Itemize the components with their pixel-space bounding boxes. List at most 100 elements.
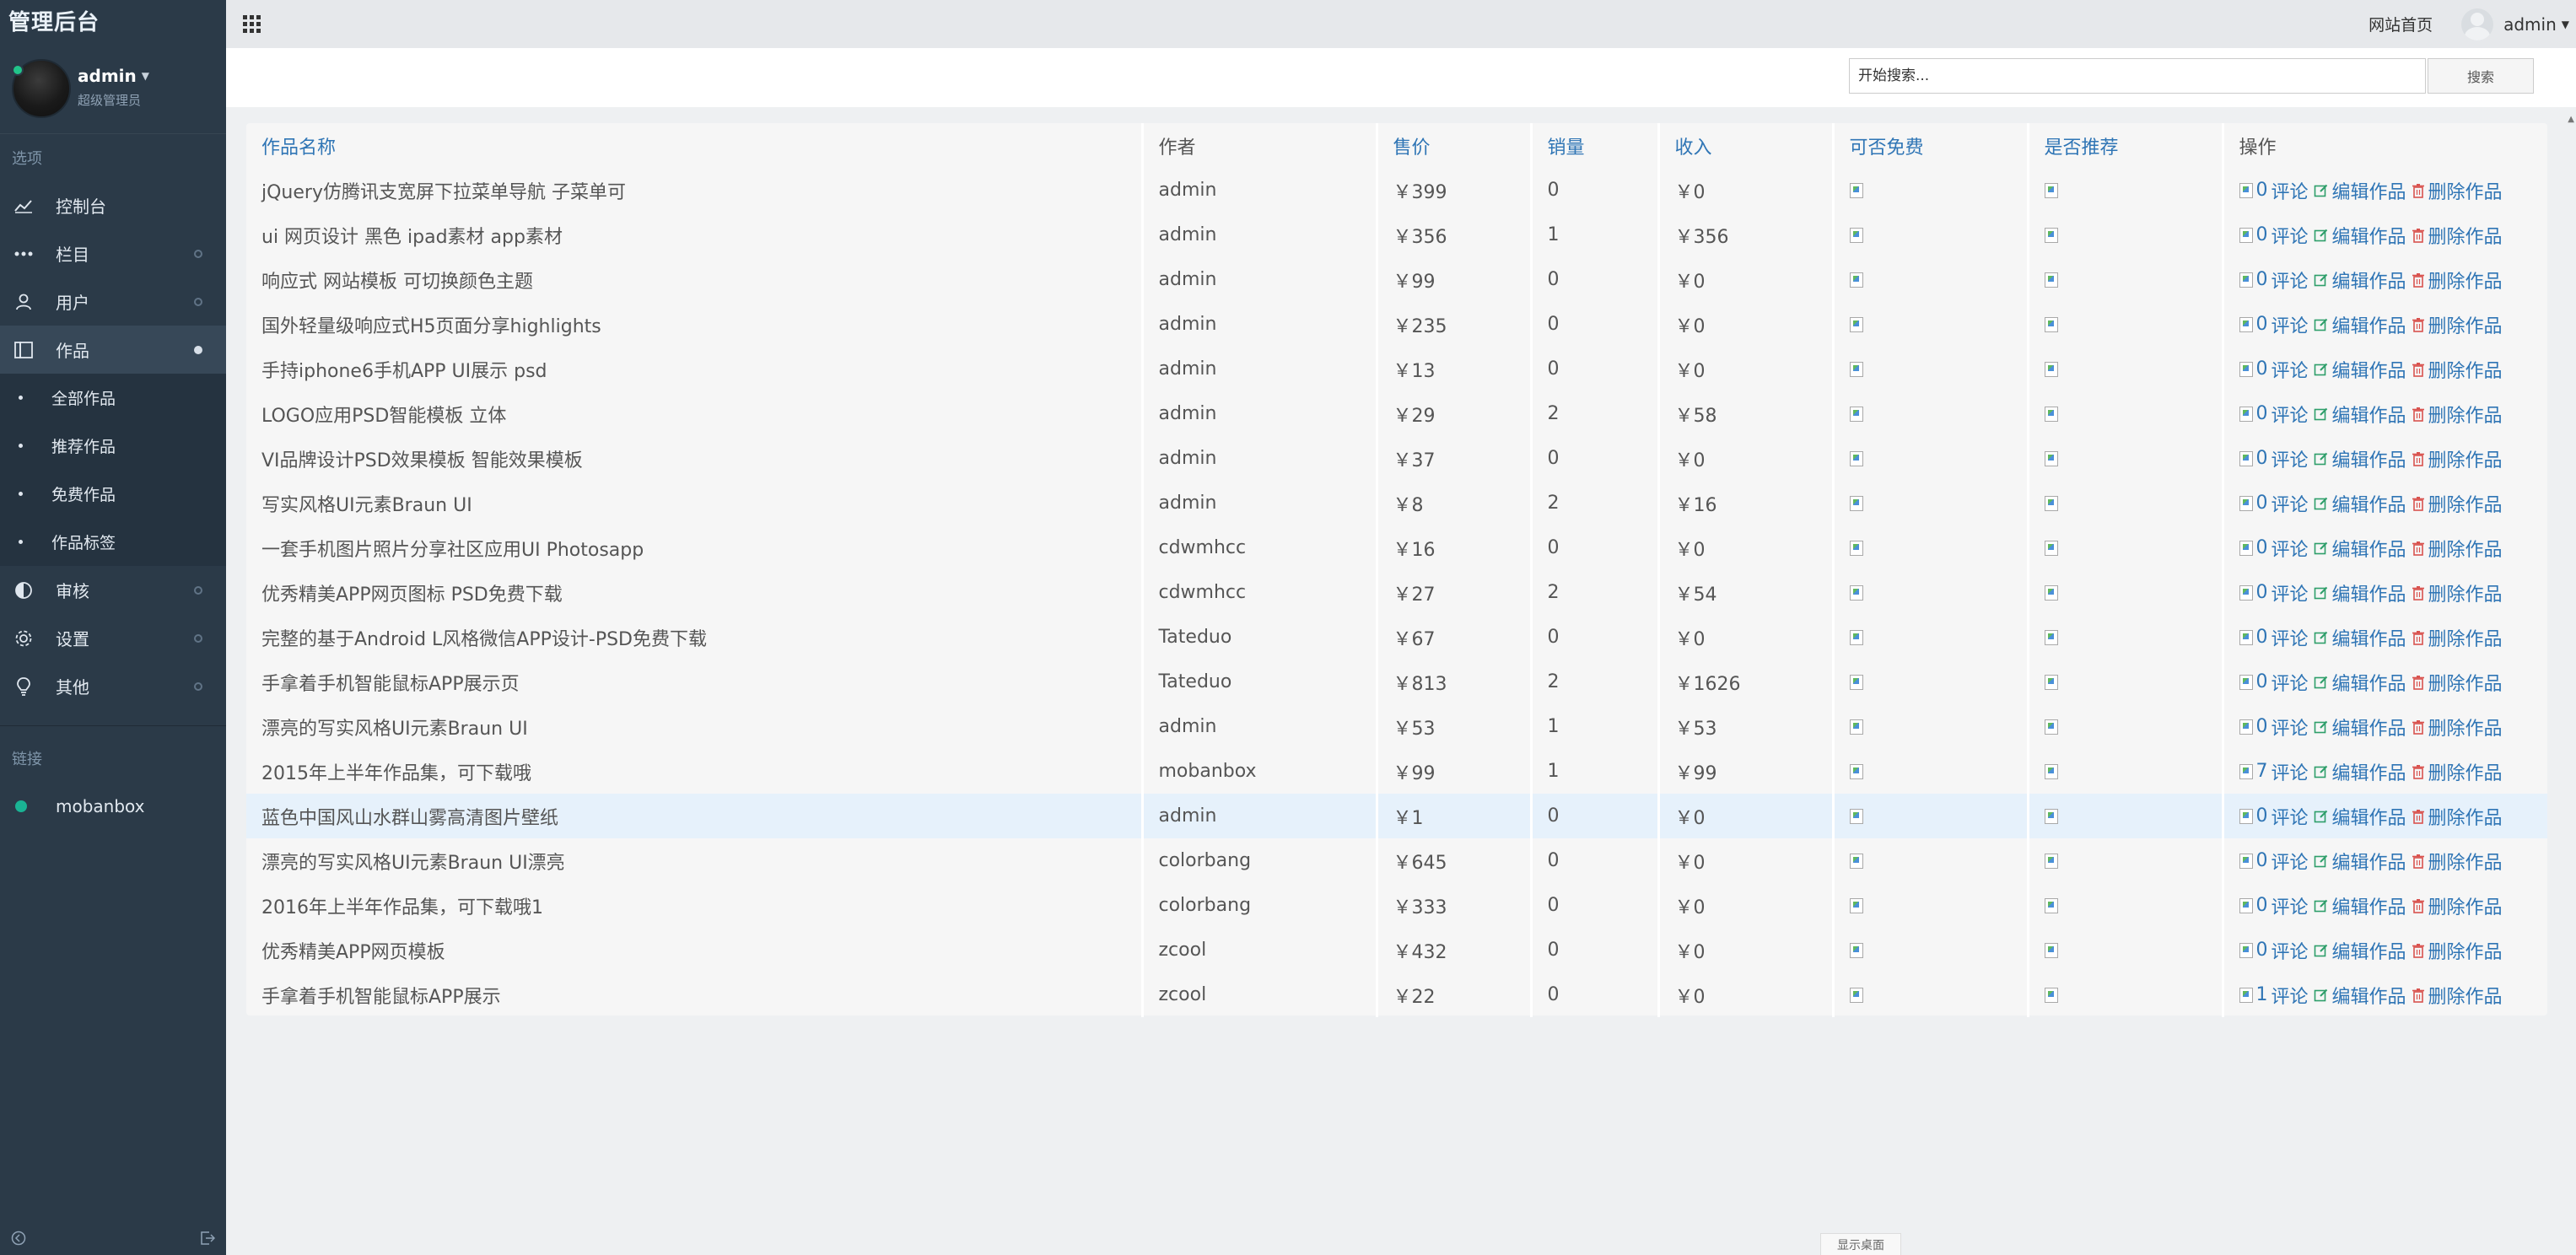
comments-link[interactable]: 0 评论 [2239, 803, 2309, 830]
comments-link[interactable]: 0 评论 [2239, 624, 2309, 651]
recommend-status-image-icon[interactable] [2044, 317, 2058, 332]
free-status-image-icon[interactable] [1849, 898, 1863, 913]
free-status-image-icon[interactable] [1849, 809, 1863, 824]
free-status-image-icon[interactable] [1849, 228, 1863, 243]
recommend-status-image-icon[interactable] [2044, 407, 2058, 422]
recommend-status-image-icon[interactable] [2044, 854, 2058, 869]
free-status-image-icon[interactable] [1849, 362, 1863, 377]
free-status-image-icon[interactable] [1849, 854, 1863, 869]
sidebar-item-other[interactable]: 其他 [0, 662, 226, 710]
column-header-income[interactable]: 收入 [1658, 123, 1835, 168]
comments-link[interactable]: 0 评论 [2239, 401, 2309, 428]
recommend-status-image-icon[interactable] [2044, 362, 2058, 377]
free-status-image-icon[interactable] [1849, 496, 1863, 511]
delete-work-link[interactable]: 删除作品 [2412, 445, 2503, 472]
recommend-status-image-icon[interactable] [2044, 585, 2058, 601]
free-status-image-icon[interactable] [1849, 719, 1863, 735]
comments-link[interactable]: 0 评论 [2239, 490, 2309, 517]
recommend-status-image-icon[interactable] [2044, 898, 2058, 913]
delete-work-link[interactable]: 删除作品 [2412, 401, 2503, 428]
free-status-image-icon[interactable] [1849, 943, 1863, 958]
edit-work-link[interactable]: 编辑作品 [2314, 356, 2406, 383]
sidebar-link-mobanbox[interactable]: mobanbox [0, 782, 226, 830]
comments-link[interactable]: 0 评论 [2239, 177, 2309, 204]
recommend-status-image-icon[interactable] [2044, 809, 2058, 824]
site-home-link[interactable]: 网站首页 [2369, 13, 2433, 35]
free-status-image-icon[interactable] [1849, 675, 1863, 690]
show-desktop-button[interactable]: 显示桌面 [1820, 1233, 1901, 1255]
recommend-status-image-icon[interactable] [2044, 451, 2058, 466]
edit-work-link[interactable]: 编辑作品 [2314, 624, 2406, 651]
sidebar-item-columns[interactable]: 栏目 [0, 229, 226, 277]
edit-work-link[interactable]: 编辑作品 [2314, 401, 2406, 428]
delete-work-link[interactable]: 删除作品 [2412, 892, 2503, 919]
recommend-status-image-icon[interactable] [2044, 228, 2058, 243]
recommend-status-image-icon[interactable] [2044, 988, 2058, 1003]
delete-work-link[interactable]: 删除作品 [2412, 803, 2503, 830]
edit-work-link[interactable]: 编辑作品 [2314, 535, 2406, 562]
profile-card[interactable]: admin ▼ 超级管理员 [0, 40, 226, 134]
delete-work-link[interactable]: 删除作品 [2412, 937, 2503, 964]
collapse-icon[interactable] [10, 1230, 27, 1247]
edit-work-link[interactable]: 编辑作品 [2314, 445, 2406, 472]
edit-work-link[interactable]: 编辑作品 [2314, 848, 2406, 875]
submenu-item-recommended[interactable]: 推荐作品 [0, 422, 226, 470]
delete-work-link[interactable]: 删除作品 [2412, 490, 2503, 517]
delete-work-link[interactable]: 删除作品 [2412, 579, 2503, 606]
column-header-free[interactable]: 可否免费 [1833, 123, 2029, 168]
free-status-image-icon[interactable] [1849, 407, 1863, 422]
edit-work-link[interactable]: 编辑作品 [2314, 758, 2406, 785]
search-button[interactable]: 搜索 [2428, 58, 2534, 94]
sidebar-item-dashboard[interactable]: 控制台 [0, 181, 226, 229]
submenu-item-free[interactable]: 免费作品 [0, 470, 226, 518]
free-status-image-icon[interactable] [1849, 541, 1863, 556]
edit-work-link[interactable]: 编辑作品 [2314, 267, 2406, 294]
edit-work-link[interactable]: 编辑作品 [2314, 714, 2406, 741]
edit-work-link[interactable]: 编辑作品 [2314, 222, 2406, 249]
comments-link[interactable]: 0 评论 [2239, 669, 2309, 696]
edit-work-link[interactable]: 编辑作品 [2314, 803, 2406, 830]
recommend-status-image-icon[interactable] [2044, 183, 2058, 198]
comments-link[interactable]: 7 评论 [2239, 758, 2309, 785]
recommend-status-image-icon[interactable] [2044, 764, 2058, 779]
comments-link[interactable]: 1 评论 [2239, 982, 2309, 1009]
recommend-status-image-icon[interactable] [2044, 272, 2058, 288]
free-status-image-icon[interactable] [1849, 317, 1863, 332]
submenu-item-tags[interactable]: 作品标签 [0, 518, 226, 566]
delete-work-link[interactable]: 删除作品 [2412, 758, 2503, 785]
edit-work-link[interactable]: 编辑作品 [2314, 311, 2406, 338]
comments-link[interactable]: 0 评论 [2239, 535, 2309, 562]
logout-icon[interactable] [199, 1230, 216, 1247]
comments-link[interactable]: 0 评论 [2239, 714, 2309, 741]
comments-link[interactable]: 0 评论 [2239, 937, 2309, 964]
top-avatar-icon[interactable] [2461, 8, 2494, 40]
comments-link[interactable]: 0 评论 [2239, 267, 2309, 294]
sidebar-item-settings[interactable]: 设置 [0, 614, 226, 662]
edit-work-link[interactable]: 编辑作品 [2314, 490, 2406, 517]
delete-work-link[interactable]: 删除作品 [2412, 624, 2503, 651]
profile-name-row[interactable]: admin ▼ [78, 66, 149, 86]
edit-work-link[interactable]: 编辑作品 [2314, 579, 2406, 606]
avatar[interactable] [12, 59, 71, 118]
free-status-image-icon[interactable] [1849, 988, 1863, 1003]
delete-work-link[interactable]: 删除作品 [2412, 222, 2503, 249]
comments-link[interactable]: 0 评论 [2239, 222, 2309, 249]
recommend-status-image-icon[interactable] [2044, 630, 2058, 645]
free-status-image-icon[interactable] [1849, 764, 1863, 779]
edit-work-link[interactable]: 编辑作品 [2314, 982, 2406, 1009]
comments-link[interactable]: 0 评论 [2239, 311, 2309, 338]
column-header-recommend[interactable]: 是否推荐 [2028, 123, 2224, 168]
submenu-item-all-works[interactable]: 全部作品 [0, 374, 226, 422]
scroll-up-arrow-icon[interactable]: ▲ [2568, 115, 2574, 124]
column-header-price[interactable]: 售价 [1377, 123, 1533, 168]
column-header-name[interactable]: 作品名称 [246, 123, 1144, 168]
edit-work-link[interactable]: 编辑作品 [2314, 892, 2406, 919]
edit-work-link[interactable]: 编辑作品 [2314, 937, 2406, 964]
delete-work-link[interactable]: 删除作品 [2412, 356, 2503, 383]
recommend-status-image-icon[interactable] [2044, 541, 2058, 556]
delete-work-link[interactable]: 删除作品 [2412, 848, 2503, 875]
delete-work-link[interactable]: 删除作品 [2412, 311, 2503, 338]
recommend-status-image-icon[interactable] [2044, 675, 2058, 690]
sidebar-item-users[interactable]: 用户 [0, 277, 226, 326]
delete-work-link[interactable]: 删除作品 [2412, 669, 2503, 696]
